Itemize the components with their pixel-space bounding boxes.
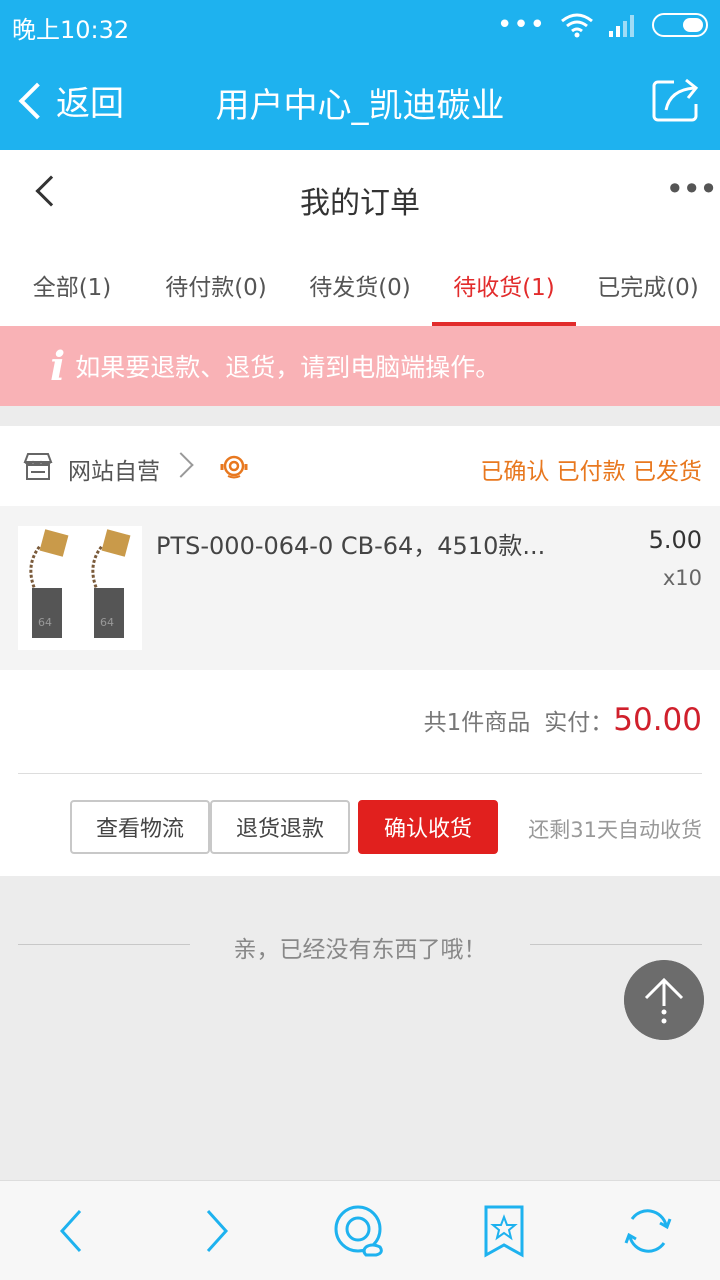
browser-title: 用户中心_凯迪碳业 — [215, 86, 505, 126]
order-summary: 共1件商品 实付： 50.00 — [0, 670, 720, 774]
divider — [530, 944, 702, 945]
end-of-list-text: 亲，已经没有东西了哦！ — [233, 937, 487, 963]
more-menu-icon[interactable]: ••• — [665, 170, 718, 208]
auto-receive-text: 还剩31天自动收货 — [528, 818, 702, 842]
signal-icon — [609, 15, 634, 37]
page-title: 我的订单 — [300, 186, 420, 221]
divider — [18, 773, 702, 774]
tab-pending-shipment[interactable]: 待发货(0) — [288, 240, 432, 326]
tab-pending-receipt[interactable]: 待收货(1) — [432, 240, 576, 326]
chevron-right-icon — [168, 452, 194, 478]
confirm-receipt-button[interactable]: 确认收货 — [358, 800, 498, 854]
return-refund-button[interactable]: 退货退款 — [210, 800, 350, 854]
tab-completed[interactable]: 已完成(0) — [576, 240, 720, 326]
order-tabs: 全部(1) 待付款(0) 待发货(0) 待收货(1) 已完成(0) — [0, 240, 720, 326]
status-icons: ••• — [497, 12, 708, 38]
tab-pending-payment[interactable]: 待付款(0) — [144, 240, 288, 326]
product-item[interactable]: 64 64 PTS-000-064-0 CB-64，4510款... 5.00 … — [0, 506, 720, 670]
shop-name-link[interactable]: 网站自营 — [68, 452, 160, 486]
store-icon — [23, 453, 53, 480]
paid-amount: 50.00 — [613, 702, 702, 738]
order-status: 已确认 已付款 已发货 — [480, 459, 702, 485]
shop-row: 网站自营 已确认 已付款 已发货 — [0, 426, 720, 506]
view-logistics-button[interactable]: 查看物流 — [70, 800, 210, 854]
tab-all[interactable]: 全部(1) — [0, 240, 144, 326]
refund-notice: i 如果要退款、退货，请到电脑端操作。 — [0, 326, 720, 406]
status-bar: 晚上10:32 ••• — [0, 0, 720, 52]
back-to-top-button[interactable] — [624, 960, 704, 1040]
battery-icon — [652, 13, 708, 37]
svg-text:64: 64 — [38, 616, 52, 629]
status-time: 晚上10:32 — [12, 16, 130, 44]
refresh-icon[interactable] — [620, 1203, 676, 1259]
page-header: 我的订单 ••• — [0, 150, 720, 240]
more-dots-icon: ••• — [496, 10, 546, 40]
home-icon[interactable] — [332, 1203, 388, 1259]
order-actions: 查看物流 退货退款 确认收货 还剩31天自动收货 — [0, 800, 720, 854]
wifi-icon — [561, 13, 593, 38]
paid-label: 实付： — [544, 710, 614, 736]
notice-text: 如果要退款、退货，请到电脑端操作。 — [75, 353, 501, 382]
product-image: 64 64 — [18, 526, 142, 650]
svg-text:64: 64 — [100, 616, 114, 629]
end-of-list: 亲，已经没有东西了哦！ — [0, 918, 720, 972]
info-icon: i — [50, 342, 66, 390]
product-quantity: x10 — [662, 566, 702, 590]
bookmark-star-icon[interactable] — [476, 1203, 532, 1259]
bottom-toolbar — [0, 1180, 720, 1280]
item-count: 共1件商品 — [423, 710, 531, 736]
product-name: PTS-000-064-0 CB-64，4510款... — [156, 532, 546, 560]
share-icon[interactable] — [652, 76, 702, 122]
customer-service-icon[interactable] — [218, 452, 250, 480]
browser-navbar: 返回 用户中心_凯迪碳业 — [0, 52, 720, 150]
order-card: 网站自营 已确认 已付款 已发货 64 64 PTS-000-064-0 CB-… — [0, 426, 720, 876]
back-arrow-icon[interactable] — [44, 1203, 100, 1259]
app-header: 晚上10:32 ••• 返回 用户中心_凯迪碳业 — [0, 0, 720, 150]
product-price: 5.00 — [648, 526, 702, 554]
forward-arrow-icon[interactable] — [188, 1203, 244, 1259]
